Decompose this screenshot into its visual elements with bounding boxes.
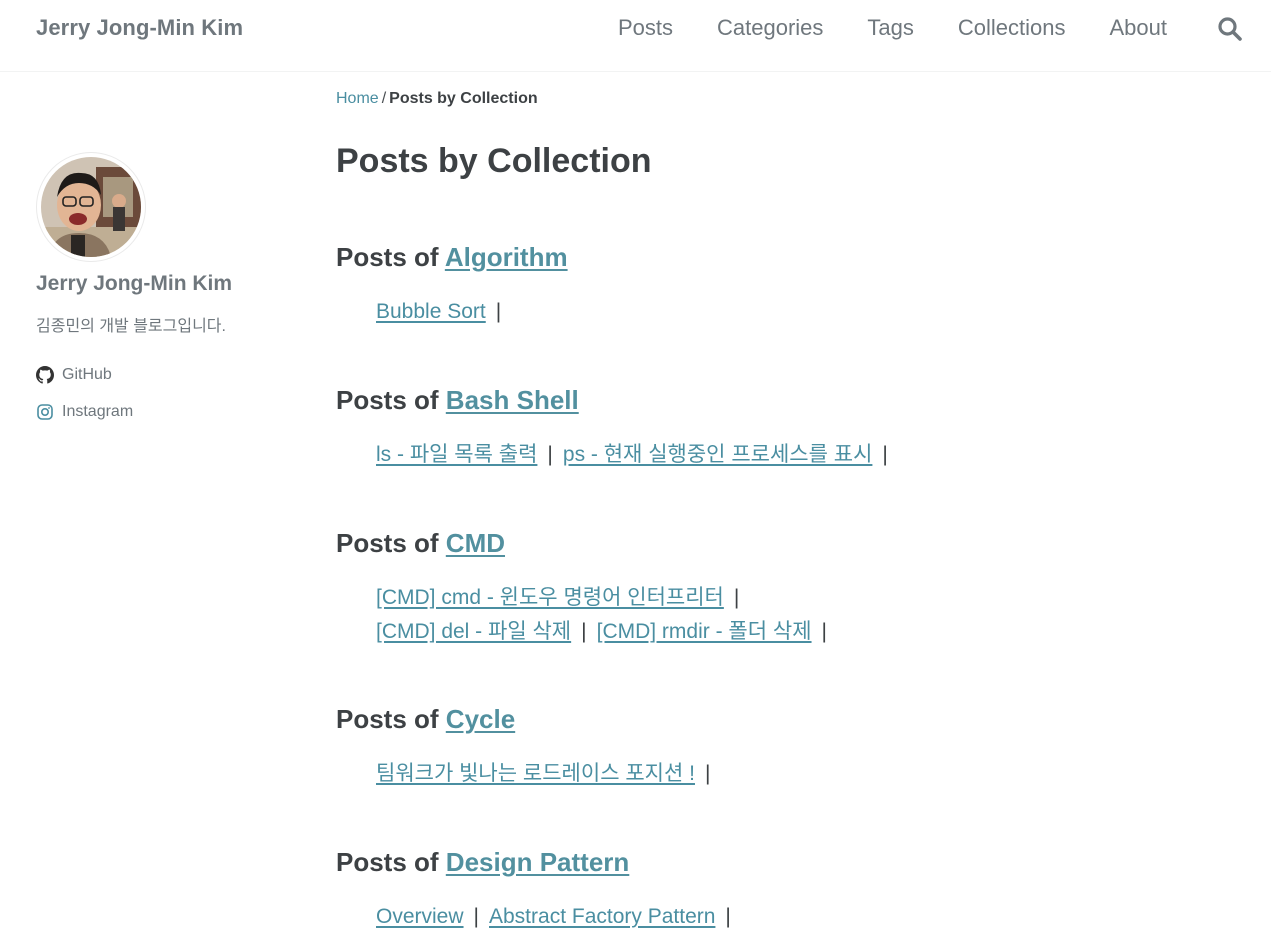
collection-heading-prefix: Posts of — [336, 528, 446, 558]
post-link[interactable]: 팀워크가 빛나는 로드레이스 포지션 ! — [376, 762, 695, 785]
site-title[interactable]: Jerry Jong-Min Kim — [36, 15, 243, 41]
collection-heading-prefix: Posts of — [336, 704, 446, 734]
post-list-line: [CMD] del - 파일 삭제 | [CMD] rmdir - 폴더 삭제 | — [376, 615, 1216, 649]
collection-link[interactable]: Cycle — [446, 704, 515, 734]
masthead: Jerry Jong-Min Kim Posts Categories Tags… — [0, 0, 1271, 72]
post-list-line: 팀워크가 빛나는 로드레이스 포지션 ! | — [376, 757, 1216, 791]
post-separator: | — [704, 762, 711, 785]
post-list: [CMD] cmd - 윈도우 명령어 인터프리터 | [CMD] del - 파일… — [376, 581, 1216, 649]
post-list-line: ls - 파일 목록 출력 | ps - 현재 실행중인 프로세스를 표시 | — [376, 438, 1216, 472]
post-list-line: [CMD] cmd - 윈도우 명령어 인터프리터 | — [376, 581, 1216, 615]
collection-section: Posts of Design Pattern Overview | Abstract… — [336, 847, 1216, 934]
collection-section: Posts of Algorithm Bubble Sort | — [336, 242, 1216, 329]
post-separator: | — [473, 905, 479, 928]
breadcrumb-current: Posts by Collection — [389, 90, 538, 107]
post-link[interactable]: [CMD] cmd - 윈도우 명령어 인터프리터 — [376, 586, 724, 609]
collection-section: Posts of Cycle 팀워크가 빛나는 로드레이스 포지션 ! | — [336, 704, 1216, 791]
collection-section: Posts of Bash Shell ls - 파일 목록 출력 | ps - 현재… — [336, 385, 1216, 472]
post-link[interactable]: Bubble Sort — [376, 300, 486, 323]
post-link[interactable]: [CMD] del - 파일 삭제 — [376, 620, 571, 643]
collection-heading: Posts of Algorithm — [336, 242, 1216, 273]
post-link[interactable]: Abstract Factory Pattern — [489, 905, 715, 928]
instagram-link[interactable]: Instagram — [36, 403, 133, 421]
nav-posts[interactable]: Posts — [618, 15, 673, 41]
author-name: Jerry Jong-Min Kim — [36, 272, 233, 295]
collection-heading: Posts of CMD — [336, 528, 1216, 559]
avatar — [36, 152, 146, 262]
author-bio: 김종민의 개발 블로그입니다. — [36, 318, 226, 335]
collection-heading: Posts of Bash Shell — [336, 385, 1216, 416]
post-separator: | — [495, 300, 502, 323]
breadcrumb: Home / Posts by Collection — [336, 90, 1216, 108]
collection-link[interactable]: Bash Shell — [446, 385, 579, 415]
post-separator: | — [547, 443, 553, 466]
collection-link[interactable]: Algorithm — [445, 242, 568, 272]
author-link-item: GitHub — [36, 356, 276, 393]
nav-tags[interactable]: Tags — [867, 15, 913, 41]
post-list: Overview | Abstract Factory Pattern | — [376, 900, 1216, 934]
collection-section: Posts of CMD [CMD] cmd - 윈도우 명령어 인터프리터 | [C… — [336, 528, 1216, 649]
post-list: ls - 파일 목록 출력 | ps - 현재 실행중인 프로세스를 표시 | — [376, 438, 1216, 472]
collection-link[interactable]: Design Pattern — [446, 847, 630, 877]
post-list-line: Overview | Abstract Factory Pattern | — [376, 900, 1216, 934]
post-separator: | — [821, 620, 828, 643]
post-link[interactable]: ps - 현재 실행중인 프로세스를 표시 — [563, 443, 873, 466]
search-icon[interactable] — [1217, 16, 1243, 42]
post-list: 팀워크가 빛나는 로드레이스 포지션 ! | — [376, 757, 1216, 791]
author-sidebar: Jerry Jong-Min Kim 김종민의 개발 블로그입니다. GitHu… — [36, 152, 276, 430]
github-icon — [36, 365, 54, 384]
post-separator: | — [725, 905, 731, 928]
author-links: GitHub Instagram — [36, 356, 276, 430]
page-title: Posts by Collection — [336, 142, 652, 180]
github-label: GitHub — [62, 365, 112, 383]
collection-link[interactable]: CMD — [446, 528, 505, 558]
collection-heading-prefix: Posts of — [336, 847, 446, 877]
collection-heading-prefix: Posts of — [336, 242, 445, 272]
main-nav: Posts Categories Tags Collections About — [574, 15, 1167, 41]
instagram-icon — [36, 403, 54, 421]
author-link-item: Instagram — [36, 393, 276, 430]
post-list-line: Bubble Sort | — [376, 295, 1216, 329]
post-separator: | — [882, 443, 888, 466]
post-list: Bubble Sort | — [376, 295, 1216, 329]
nav-categories[interactable]: Categories — [717, 15, 823, 41]
post-separator: | — [581, 620, 587, 643]
breadcrumb-home[interactable]: Home — [336, 90, 379, 107]
nav-about[interactable]: About — [1110, 15, 1168, 41]
github-link[interactable]: GitHub — [36, 365, 112, 384]
breadcrumb-separator: / — [381, 90, 387, 107]
post-link[interactable]: ls - 파일 목록 출력 — [376, 443, 537, 466]
instagram-label: Instagram — [62, 402, 134, 420]
collection-heading: Posts of Design Pattern — [336, 847, 1216, 878]
nav-collections[interactable]: Collections — [958, 15, 1066, 41]
post-separator: | — [733, 586, 740, 609]
collection-heading-prefix: Posts of — [336, 385, 446, 415]
post-link[interactable]: [CMD] rmdir - 폴더 삭제 — [597, 620, 812, 643]
main-content: Home / Posts by Collection Posts by Collec… — [336, 90, 1216, 928]
collection-heading: Posts of Cycle — [336, 704, 1216, 735]
post-link[interactable]: Overview — [376, 905, 464, 928]
